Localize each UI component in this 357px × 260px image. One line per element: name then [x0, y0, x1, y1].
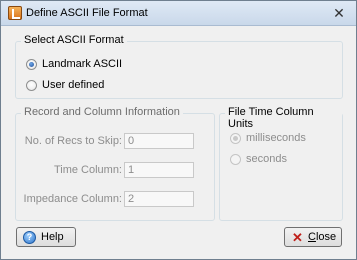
close-button[interactable]: ✕ Close	[284, 227, 342, 247]
time-units-group: File Time Column Units milliseconds seco…	[219, 106, 343, 221]
radio-button-unchecked[interactable]	[26, 80, 37, 91]
time-column-label: Time Column:	[53, 164, 122, 176]
impedance-column-field[interactable]: 2	[124, 191, 194, 207]
radio-label-seconds: seconds	[246, 153, 287, 165]
impedance-column-label: Impedance Column:	[23, 193, 122, 205]
select-format-group: Select ASCII Format Landmark ASCII User …	[15, 34, 343, 99]
radio-button-checked[interactable]	[26, 59, 37, 70]
select-format-group-label: Select ASCII Format	[21, 34, 127, 46]
close-icon: ✕	[292, 230, 303, 245]
recs-to-skip-label: No. of Recs to Skip:	[24, 135, 122, 147]
help-button-label: Help	[41, 231, 64, 243]
close-label-rest: lose	[315, 231, 337, 243]
time-column-field[interactable]: 1	[124, 162, 194, 178]
time-units-group-label: File Time Column Units	[225, 106, 342, 130]
window-title: Define ASCII File Format	[26, 7, 148, 19]
radio-button-unchecked[interactable]	[230, 154, 241, 165]
radio-label-user-defined: User defined	[42, 79, 105, 91]
record-column-group: Record and Column Information No. of Rec…	[15, 106, 215, 221]
radio-label-landmark-ascii: Landmark ASCII	[42, 58, 123, 70]
radio-button-checked[interactable]	[230, 133, 241, 144]
radio-label-milliseconds: milliseconds	[246, 132, 306, 144]
dialog-window: Define ASCII File Format ✕ Select ASCII …	[0, 0, 357, 260]
help-button[interactable]: ? Help	[16, 227, 76, 247]
app-icon	[8, 6, 22, 20]
window-close-icon[interactable]: ✕	[331, 5, 347, 21]
record-column-group-label: Record and Column Information	[21, 106, 183, 118]
close-button-label: Close	[308, 231, 336, 243]
recs-to-skip-field[interactable]: 0	[124, 133, 194, 149]
help-icon: ?	[23, 231, 36, 244]
title-bar[interactable]: Define ASCII File Format ✕	[1, 1, 356, 26]
close-mnemonic: C	[308, 231, 316, 243]
